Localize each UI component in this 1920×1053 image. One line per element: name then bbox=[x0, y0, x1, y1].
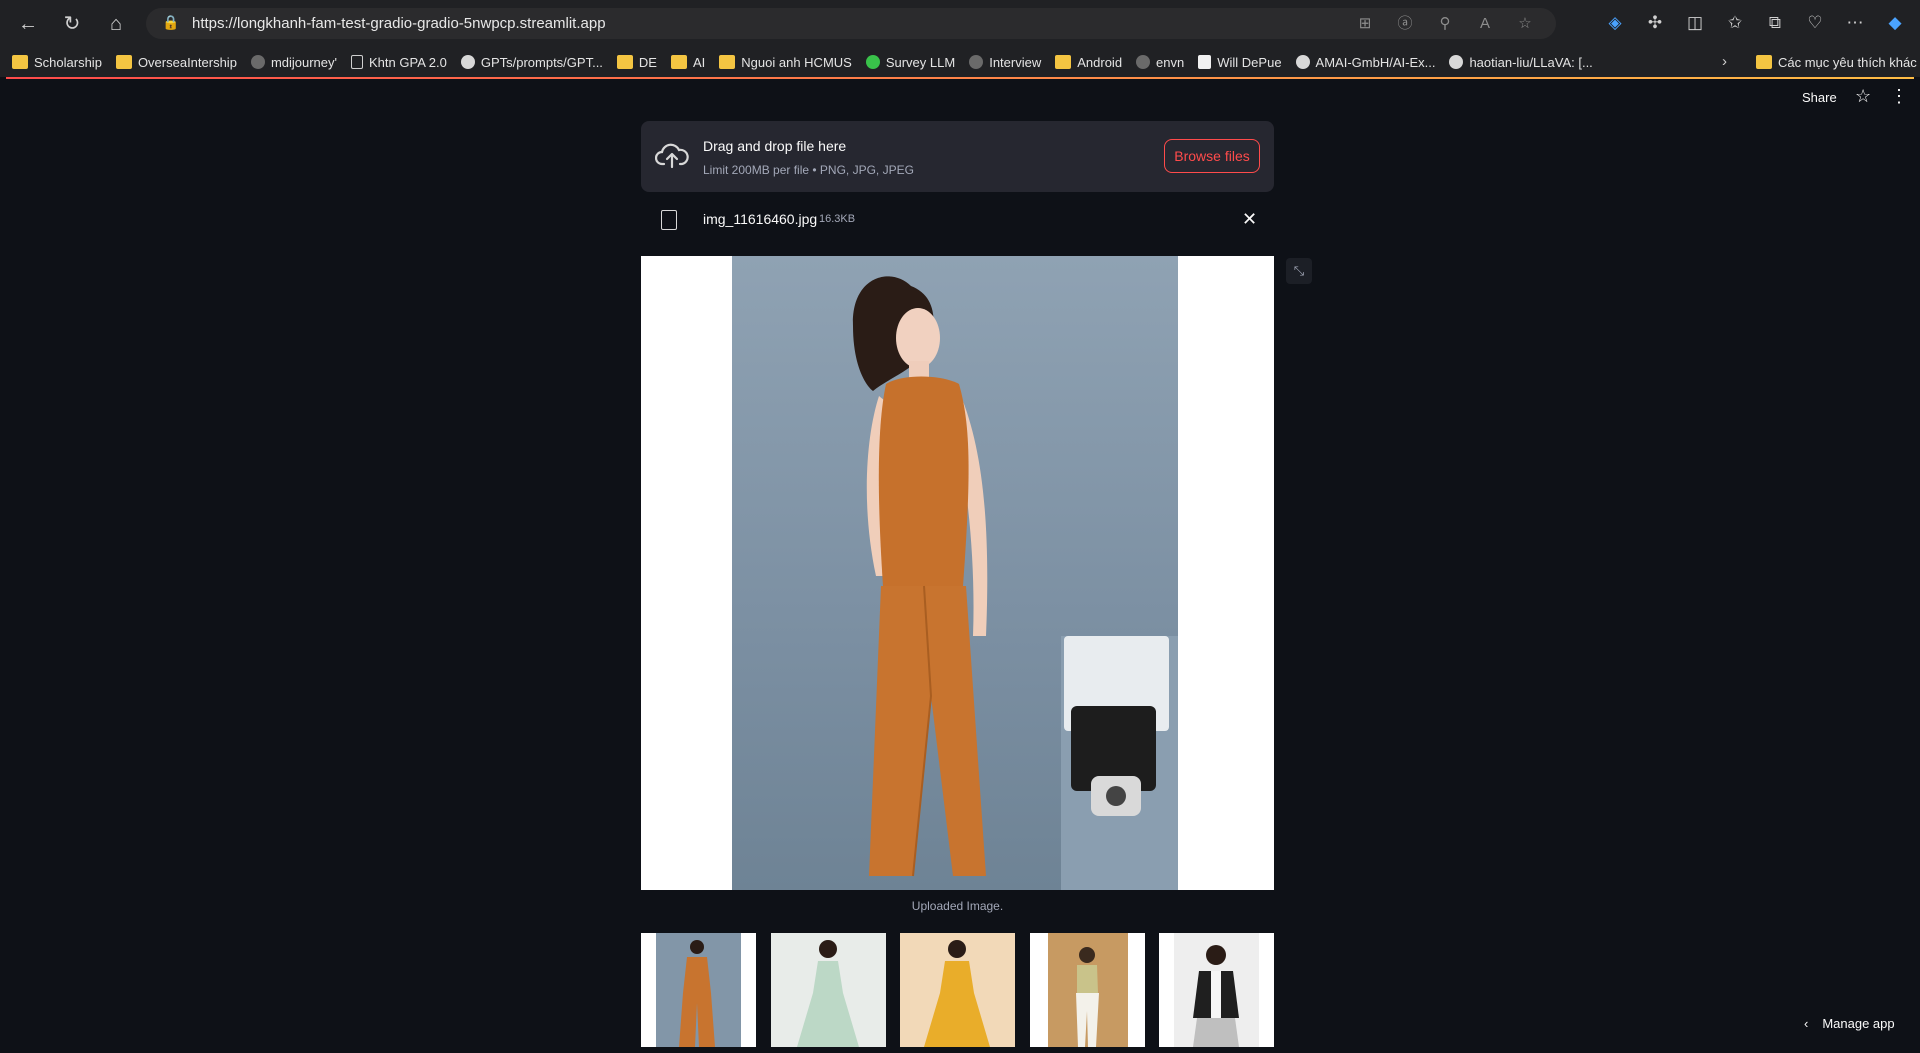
bookmark-item[interactable]: Interview bbox=[969, 55, 1041, 70]
bookmark-item[interactable]: GPTs/prompts/GPT... bbox=[460, 55, 603, 70]
remove-file-icon[interactable]: ✕ bbox=[1242, 209, 1257, 230]
github-icon bbox=[1295, 55, 1310, 69]
translate-icon[interactable]: ⓐ bbox=[1392, 13, 1418, 35]
bookmark-item[interactable]: mdijourney' bbox=[250, 55, 337, 70]
mint-dress-thumb-illustration bbox=[770, 933, 886, 1047]
file-size: 16.3KB bbox=[819, 213, 856, 225]
chevron-right-icon[interactable]: › bbox=[1722, 53, 1727, 70]
app-available-icon[interactable]: ⊞ bbox=[1352, 13, 1378, 35]
black-jacket-thumb-illustration bbox=[1174, 933, 1259, 1047]
uploaded-file-row: img_11616460.jpg 16.3KB ✕ bbox=[641, 203, 1274, 237]
folder-icon bbox=[12, 55, 28, 69]
image-caption: Uploaded Image. bbox=[911, 899, 1004, 913]
folder-icon bbox=[1055, 55, 1072, 69]
bookmark-item[interactable]: Survey LLM bbox=[865, 55, 955, 70]
folder-icon bbox=[616, 55, 633, 69]
bookmark-item[interactable]: Will DePue bbox=[1198, 55, 1282, 70]
woman-in-orange-outfit-illustration bbox=[852, 276, 1178, 890]
reload-icon[interactable]: ↻ bbox=[58, 10, 86, 38]
zoom-icon[interactable]: ⚲ bbox=[1432, 13, 1458, 35]
copilot-icon[interactable]: ◆ bbox=[1882, 10, 1908, 36]
main-menu-icon[interactable]: ⋮ bbox=[1890, 86, 1908, 107]
folder-icon bbox=[670, 55, 687, 69]
bookmark-item[interactable]: haotian-liu/LLaVA: [... bbox=[1449, 55, 1593, 70]
thumbnail-image[interactable] bbox=[770, 933, 886, 1047]
bookmark-item[interactable]: DE bbox=[616, 55, 657, 70]
browser-toolbar: ← ↻ ⌂ 🔒 https://longkhanh-fam-test-gradi… bbox=[0, 0, 1920, 47]
dropzone-title: Drag and drop file here bbox=[703, 138, 847, 154]
site-icon bbox=[250, 55, 265, 69]
github-icon bbox=[1449, 55, 1464, 69]
bookmark-item[interactable]: AI bbox=[670, 55, 705, 70]
yellow-dress-thumb-illustration bbox=[900, 933, 1015, 1047]
address-bar[interactable]: 🔒 https://longkhanh-fam-test-gradio-grad… bbox=[146, 8, 1556, 39]
site-icon bbox=[969, 55, 984, 69]
extensions-icon[interactable]: ✣ bbox=[1642, 10, 1668, 36]
other-favorites[interactable]: Các mục yêu thích khác bbox=[1756, 47, 1917, 77]
khaki-outfit-thumb-illustration bbox=[1047, 933, 1128, 1047]
notion-icon bbox=[1198, 55, 1212, 69]
file-icon bbox=[661, 210, 677, 230]
file-name: img_11616460.jpg bbox=[703, 211, 818, 227]
url-text[interactable]: https://longkhanh-fam-test-gradio-gradio… bbox=[192, 15, 606, 32]
share-button[interactable]: Share bbox=[1802, 90, 1837, 105]
page-icon bbox=[351, 55, 364, 69]
bookmark-item[interactable]: Android bbox=[1055, 55, 1122, 70]
file-uploader-dropzone[interactable]: Drag and drop file here Limit 200MB per … bbox=[641, 121, 1274, 192]
star-icon[interactable]: ☆ bbox=[1855, 86, 1871, 107]
fullscreen-expand-icon[interactable]: ⤡ bbox=[1286, 258, 1312, 284]
lock-icon: 🔒 bbox=[162, 14, 180, 30]
bookmarks-bar: Scholarship OverseaIntership mdijourney'… bbox=[0, 47, 1920, 77]
site-icon bbox=[1136, 55, 1151, 69]
extension-shield-icon[interactable]: ◈ bbox=[1602, 10, 1628, 36]
back-icon[interactable]: ← bbox=[14, 10, 42, 38]
browse-files-button[interactable]: Browse files bbox=[1164, 139, 1260, 173]
bookmark-item[interactable]: AMAI-GmbH/AI-Ex... bbox=[1295, 55, 1435, 70]
cloud-upload-icon bbox=[655, 143, 689, 169]
bookmark-item[interactable]: Nguoi anh HCMUS bbox=[719, 55, 852, 70]
bookmark-item[interactable]: Scholarship bbox=[12, 55, 102, 70]
bookmark-item[interactable]: Khtn GPA 2.0 bbox=[351, 55, 447, 70]
thumbnail-image[interactable] bbox=[641, 933, 756, 1047]
smiley-icon bbox=[865, 55, 880, 69]
thumbnail-image[interactable] bbox=[900, 933, 1015, 1047]
bookmark-item[interactable]: envn bbox=[1136, 55, 1184, 70]
github-icon bbox=[460, 55, 475, 69]
result-thumbnails bbox=[641, 933, 1274, 1047]
thumbnail-image[interactable] bbox=[1159, 933, 1274, 1047]
bookmark-item[interactable]: OverseaIntership bbox=[115, 55, 237, 70]
dropzone-subtitle: Limit 200MB per file • PNG, JPG, JPEG bbox=[703, 163, 914, 177]
folder-icon bbox=[1756, 55, 1772, 69]
home-icon[interactable]: ⌂ bbox=[102, 10, 130, 38]
uploaded-image bbox=[641, 256, 1274, 890]
manage-app-button[interactable]: ‹ Manage app bbox=[1804, 1016, 1895, 1031]
read-aloud-icon[interactable]: A bbox=[1472, 13, 1498, 35]
folder-icon bbox=[115, 55, 132, 69]
favorites-icon[interactable]: ✩ bbox=[1722, 10, 1748, 36]
chevron-left-icon: ‹ bbox=[1804, 1016, 1809, 1031]
thumbnail-image[interactable] bbox=[1029, 933, 1145, 1047]
orange-outfit-thumb-illustration bbox=[656, 933, 741, 1047]
split-screen-icon[interactable]: ◫ bbox=[1682, 10, 1708, 36]
folder-icon bbox=[719, 55, 736, 69]
more-menu-icon[interactable]: ⋯ bbox=[1842, 10, 1868, 36]
browser-essentials-icon[interactable]: ♡ bbox=[1802, 10, 1828, 36]
collections-icon[interactable]: ⧉ bbox=[1762, 10, 1788, 36]
favorite-star-icon[interactable]: ☆ bbox=[1512, 13, 1538, 35]
